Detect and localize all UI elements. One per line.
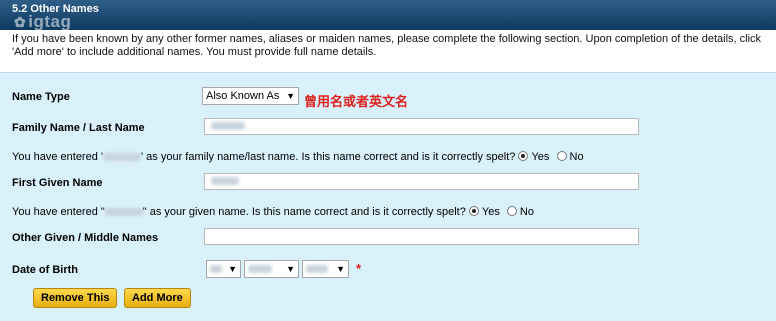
dob-year-value [306,265,328,274]
family-confirm-value [103,153,141,162]
add-more-button[interactable]: Add More [124,288,191,308]
first-name-value [211,177,239,185]
section-header: 5.2 Other Names ✿ igtag [0,0,776,32]
watermark: ✿ igtag [14,12,71,32]
family-name-label: Family Name / Last Name [12,122,145,134]
name-type-label: Name Type [12,91,70,103]
first-confirm-suffix: " as your given name. Is this name corre… [142,206,466,218]
first-name-label: First Given Name [12,177,103,189]
first-name-confirm-question: You have entered " " as your given name. … [12,206,538,218]
chevron-down-icon: ▼ [286,91,295,101]
watermark-text: igtag [28,12,72,31]
first-confirm-yes-radio[interactable] [468,206,479,216]
watermark-logo-icon: ✿ [14,14,27,30]
dob-month-select[interactable]: ▼ [244,260,299,278]
name-type-value: Also Known As [206,90,280,102]
chevron-down-icon: ▼ [336,264,345,274]
dob-day-select[interactable]: ▼ [206,260,241,278]
chevron-down-icon: ▼ [286,264,295,274]
first-confirm-prefix: You have entered " [12,206,105,218]
first-name-field[interactable] [204,173,639,190]
family-name-value [211,122,245,130]
dob-month-value [248,265,272,274]
remove-this-button[interactable]: Remove This [33,288,118,308]
dob-label: Date of Birth [12,264,78,276]
family-name-field[interactable] [204,118,639,135]
first-confirm-no-label: No [519,206,534,218]
family-confirm-no-radio[interactable] [556,151,567,161]
family-confirm-yes-label: Yes [531,151,550,163]
dob-year-select[interactable]: ▼ [302,260,349,278]
chevron-down-icon: ▼ [228,264,237,274]
first-confirm-value [104,208,143,217]
middle-names-field[interactable] [204,228,639,245]
name-type-annotation: 曾用名或者英文名 [304,94,409,109]
required-indicator: * [356,261,362,276]
first-confirm-yes-label: Yes [481,206,500,218]
dob-day-value [210,265,222,274]
family-confirm-suffix: ' as your family name/last name. Is this… [141,151,516,163]
family-name-confirm-question: You have entered ' ' as your family name/… [12,151,588,163]
middle-names-label: Other Given / Middle Names [12,232,159,244]
family-confirm-prefix: You have entered ' [12,151,103,163]
family-confirm-yes-radio[interactable] [518,151,529,161]
first-confirm-no-radio[interactable] [506,206,517,216]
intro-text: If you have been known by any other form… [12,33,762,58]
family-confirm-no-label: No [569,151,584,163]
name-type-select[interactable]: Also Known As ▼ [202,87,299,105]
